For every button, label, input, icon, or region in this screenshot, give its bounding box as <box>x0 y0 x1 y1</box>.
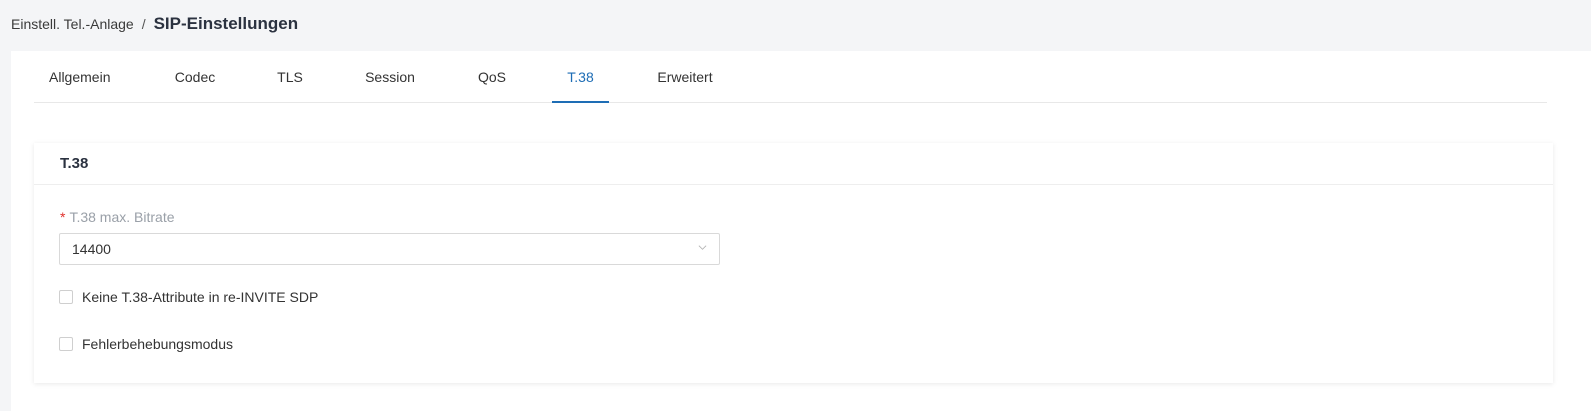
tab-tls[interactable]: TLS <box>276 51 304 102</box>
bitrate-label-text: T.38 max. Bitrate <box>69 209 175 225</box>
bitrate-label: * T.38 max. Bitrate <box>60 209 175 225</box>
breadcrumb-separator: / <box>141 16 146 32</box>
tab-erweitert[interactable]: Erweitert <box>656 51 714 102</box>
tab-qos[interactable]: QoS <box>476 51 508 102</box>
tab-allgemein[interactable]: Allgemein <box>49 51 110 102</box>
option-no-t38-attributes[interactable]: Keine T.38-Attribute in re-INVITE SDP <box>59 289 318 305</box>
bitrate-select[interactable]: 14400 <box>59 233 720 265</box>
no-t38-attributes-checkbox[interactable] <box>59 290 73 304</box>
tab-session[interactable]: Session <box>365 51 415 102</box>
chevron-down-icon <box>698 245 707 250</box>
breadcrumb: Einstell. Tel.-Anlage / SIP-Einstellunge… <box>11 12 298 36</box>
option-error-correction-mode[interactable]: Fehlerbehebungsmodus <box>59 336 233 352</box>
tab-bar: Allgemein Codec TLS Session QoS T.38 Erw… <box>34 51 1547 103</box>
page-title: SIP-Einstellungen <box>153 14 299 33</box>
error-correction-label: Fehlerbehebungsmodus <box>82 336 233 352</box>
t38-settings-card: T.38 * T.38 max. Bitrate 14400 Keine T.38… <box>34 143 1553 383</box>
settings-panel: Allgemein Codec TLS Session QoS T.38 Erw… <box>11 51 1591 411</box>
card-title: T.38 <box>34 143 1553 185</box>
tab-codec[interactable]: Codec <box>174 51 216 102</box>
breadcrumb-parent-link[interactable]: Einstell. Tel.-Anlage <box>11 16 134 32</box>
bitrate-select-value: 14400 <box>72 241 111 257</box>
required-mark: * <box>60 209 66 225</box>
error-correction-checkbox[interactable] <box>59 337 73 351</box>
no-t38-attributes-label: Keine T.38-Attribute in re-INVITE SDP <box>82 289 319 305</box>
tab-t38[interactable]: T.38 <box>552 51 609 103</box>
